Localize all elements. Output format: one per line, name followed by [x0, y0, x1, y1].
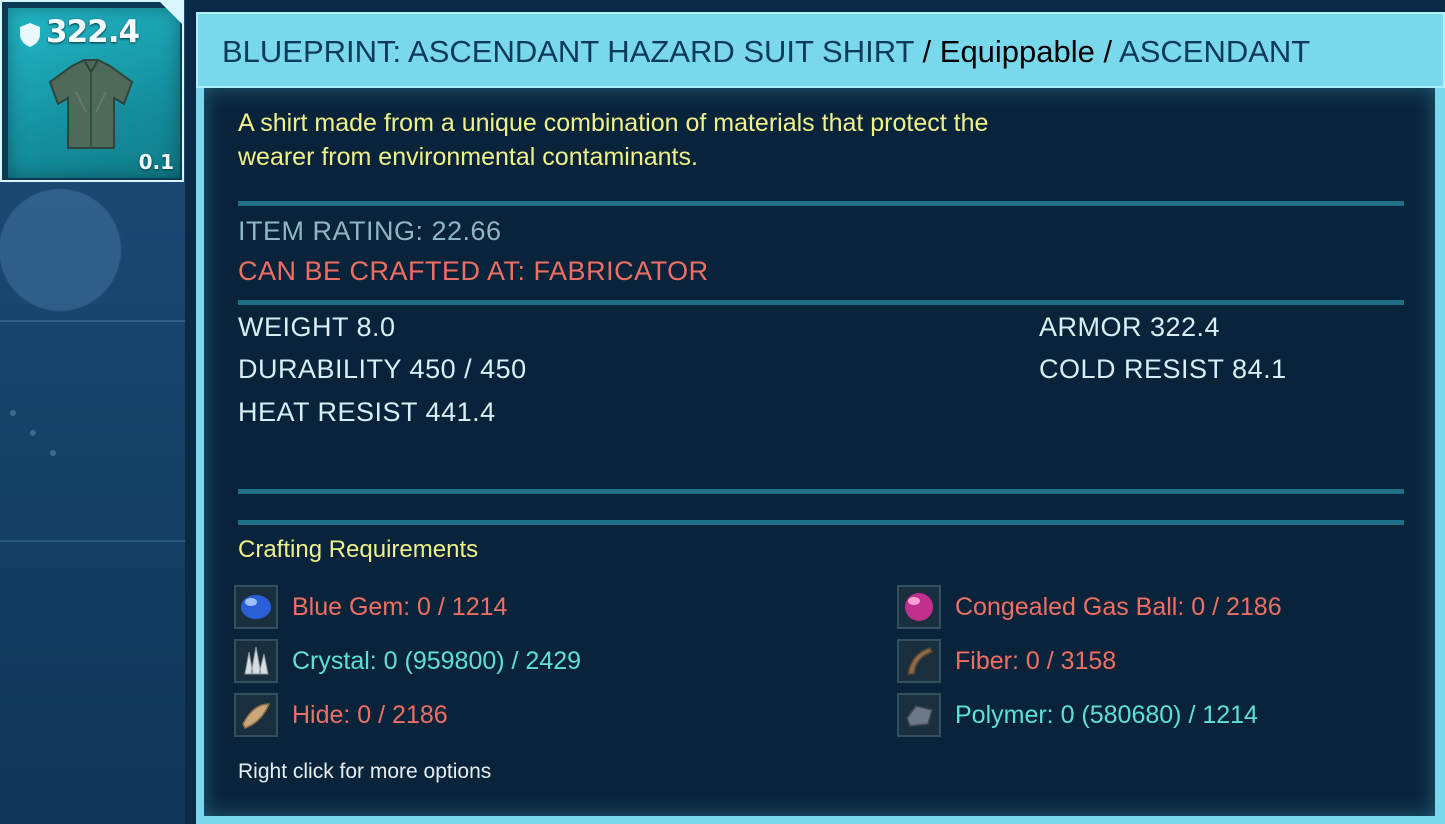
- stat-cold-resist: COLD RESIST 84.1: [1039, 354, 1287, 384]
- wall-seam: [0, 320, 185, 322]
- divider: [238, 300, 1404, 305]
- item-type: Equippable: [939, 34, 1095, 69]
- stat-heat-resist: HEAT RESIST 441.4: [238, 397, 496, 427]
- tooltip-body: A shirt made from a unique combination o…: [196, 88, 1445, 824]
- requirement-blue-gem: Blue Gem: 0 / 1214: [234, 584, 507, 630]
- wall-seam: [0, 540, 185, 542]
- divider: [238, 489, 1404, 494]
- item-tooltip: BLUEPRINT: ASCENDANT HAZARD SUIT SHIRT /…: [196, 12, 1445, 824]
- title-separator: /: [913, 34, 940, 69]
- requirement-polymer: Polymer: 0 (580680) / 1214: [897, 692, 1258, 738]
- requirement-label: Crystal: 0 (959800) / 2429: [292, 646, 582, 675]
- divider: [238, 201, 1404, 206]
- requirement-hide: Hide: 0 / 2186: [234, 692, 448, 738]
- stat-durability: DURABILITY 450 / 450: [238, 354, 527, 384]
- item-armor-value: 322.4: [46, 14, 140, 50]
- crafting-requirements-title: Crafting Requirements: [238, 536, 479, 563]
- tooltip-title: BLUEPRINT: ASCENDANT HAZARD SUIT SHIRT /…: [222, 34, 1310, 70]
- divider: [238, 520, 1404, 525]
- tooltip-content: A shirt made from a unique combination o…: [204, 88, 1435, 816]
- item-description: A shirt made from a unique combination o…: [238, 106, 1218, 174]
- requirement-label: Hide: 0 / 2186: [292, 700, 448, 729]
- tooltip-title-bar: BLUEPRINT: ASCENDANT HAZARD SUIT SHIRT /…: [196, 12, 1445, 88]
- requirement-label: Polymer: 0 (580680) / 1214: [955, 700, 1258, 729]
- requirement-label: Blue Gem: 0 / 1214: [292, 592, 508, 621]
- requirement-label: Congealed Gas Ball: 0 / 2186: [955, 592, 1282, 621]
- blue-gem-icon: [234, 585, 278, 629]
- crystal-icon: [234, 639, 278, 683]
- item-weight-value: 0.1: [138, 150, 174, 174]
- item-rating: ITEM RATING: 22.66: [238, 216, 502, 246]
- gas-ball-icon: [897, 585, 941, 629]
- requirement-label: Fiber: 0 / 3158: [955, 646, 1117, 675]
- requirement-crystal: Crystal: 0 (959800) / 2429: [234, 638, 581, 684]
- polymer-icon: [897, 693, 941, 737]
- tooltip-bottom-border: [196, 816, 1445, 824]
- item-quality: ASCENDANT: [1119, 34, 1311, 69]
- stat-armor: ARMOR 322.4: [1039, 312, 1221, 342]
- description-line: A shirt made from a unique combination o…: [238, 109, 989, 137]
- wall-bolt: [30, 430, 36, 436]
- item-name: BLUEPRINT: ASCENDANT HAZARD SUIT SHIRT: [222, 34, 914, 69]
- title-separator: /: [1094, 34, 1120, 69]
- shield-icon: [20, 23, 40, 47]
- description-line: wearer from environmental contaminants.: [238, 143, 698, 171]
- shirt-icon: [48, 59, 134, 149]
- wall-bolt: [50, 450, 56, 456]
- stat-weight: WEIGHT 8.0: [238, 312, 396, 342]
- fiber-icon: [897, 639, 941, 683]
- wall-bolt: [10, 410, 16, 416]
- requirement-fiber: Fiber: 0 / 3158: [897, 638, 1116, 684]
- requirement-congealed-gas-ball: Congealed Gas Ball: 0 / 2186: [897, 584, 1282, 630]
- crafted-at: CAN BE CRAFTED AT: FABRICATOR: [238, 256, 709, 286]
- slot-corner-marker: [160, 2, 182, 24]
- selected-item-slot[interactable]: 322.4 0.1: [0, 0, 184, 182]
- right-click-hint: Right click for more options: [238, 760, 492, 783]
- item-slot-face[interactable]: 322.4 0.1: [8, 8, 180, 178]
- hide-icon: [234, 693, 278, 737]
